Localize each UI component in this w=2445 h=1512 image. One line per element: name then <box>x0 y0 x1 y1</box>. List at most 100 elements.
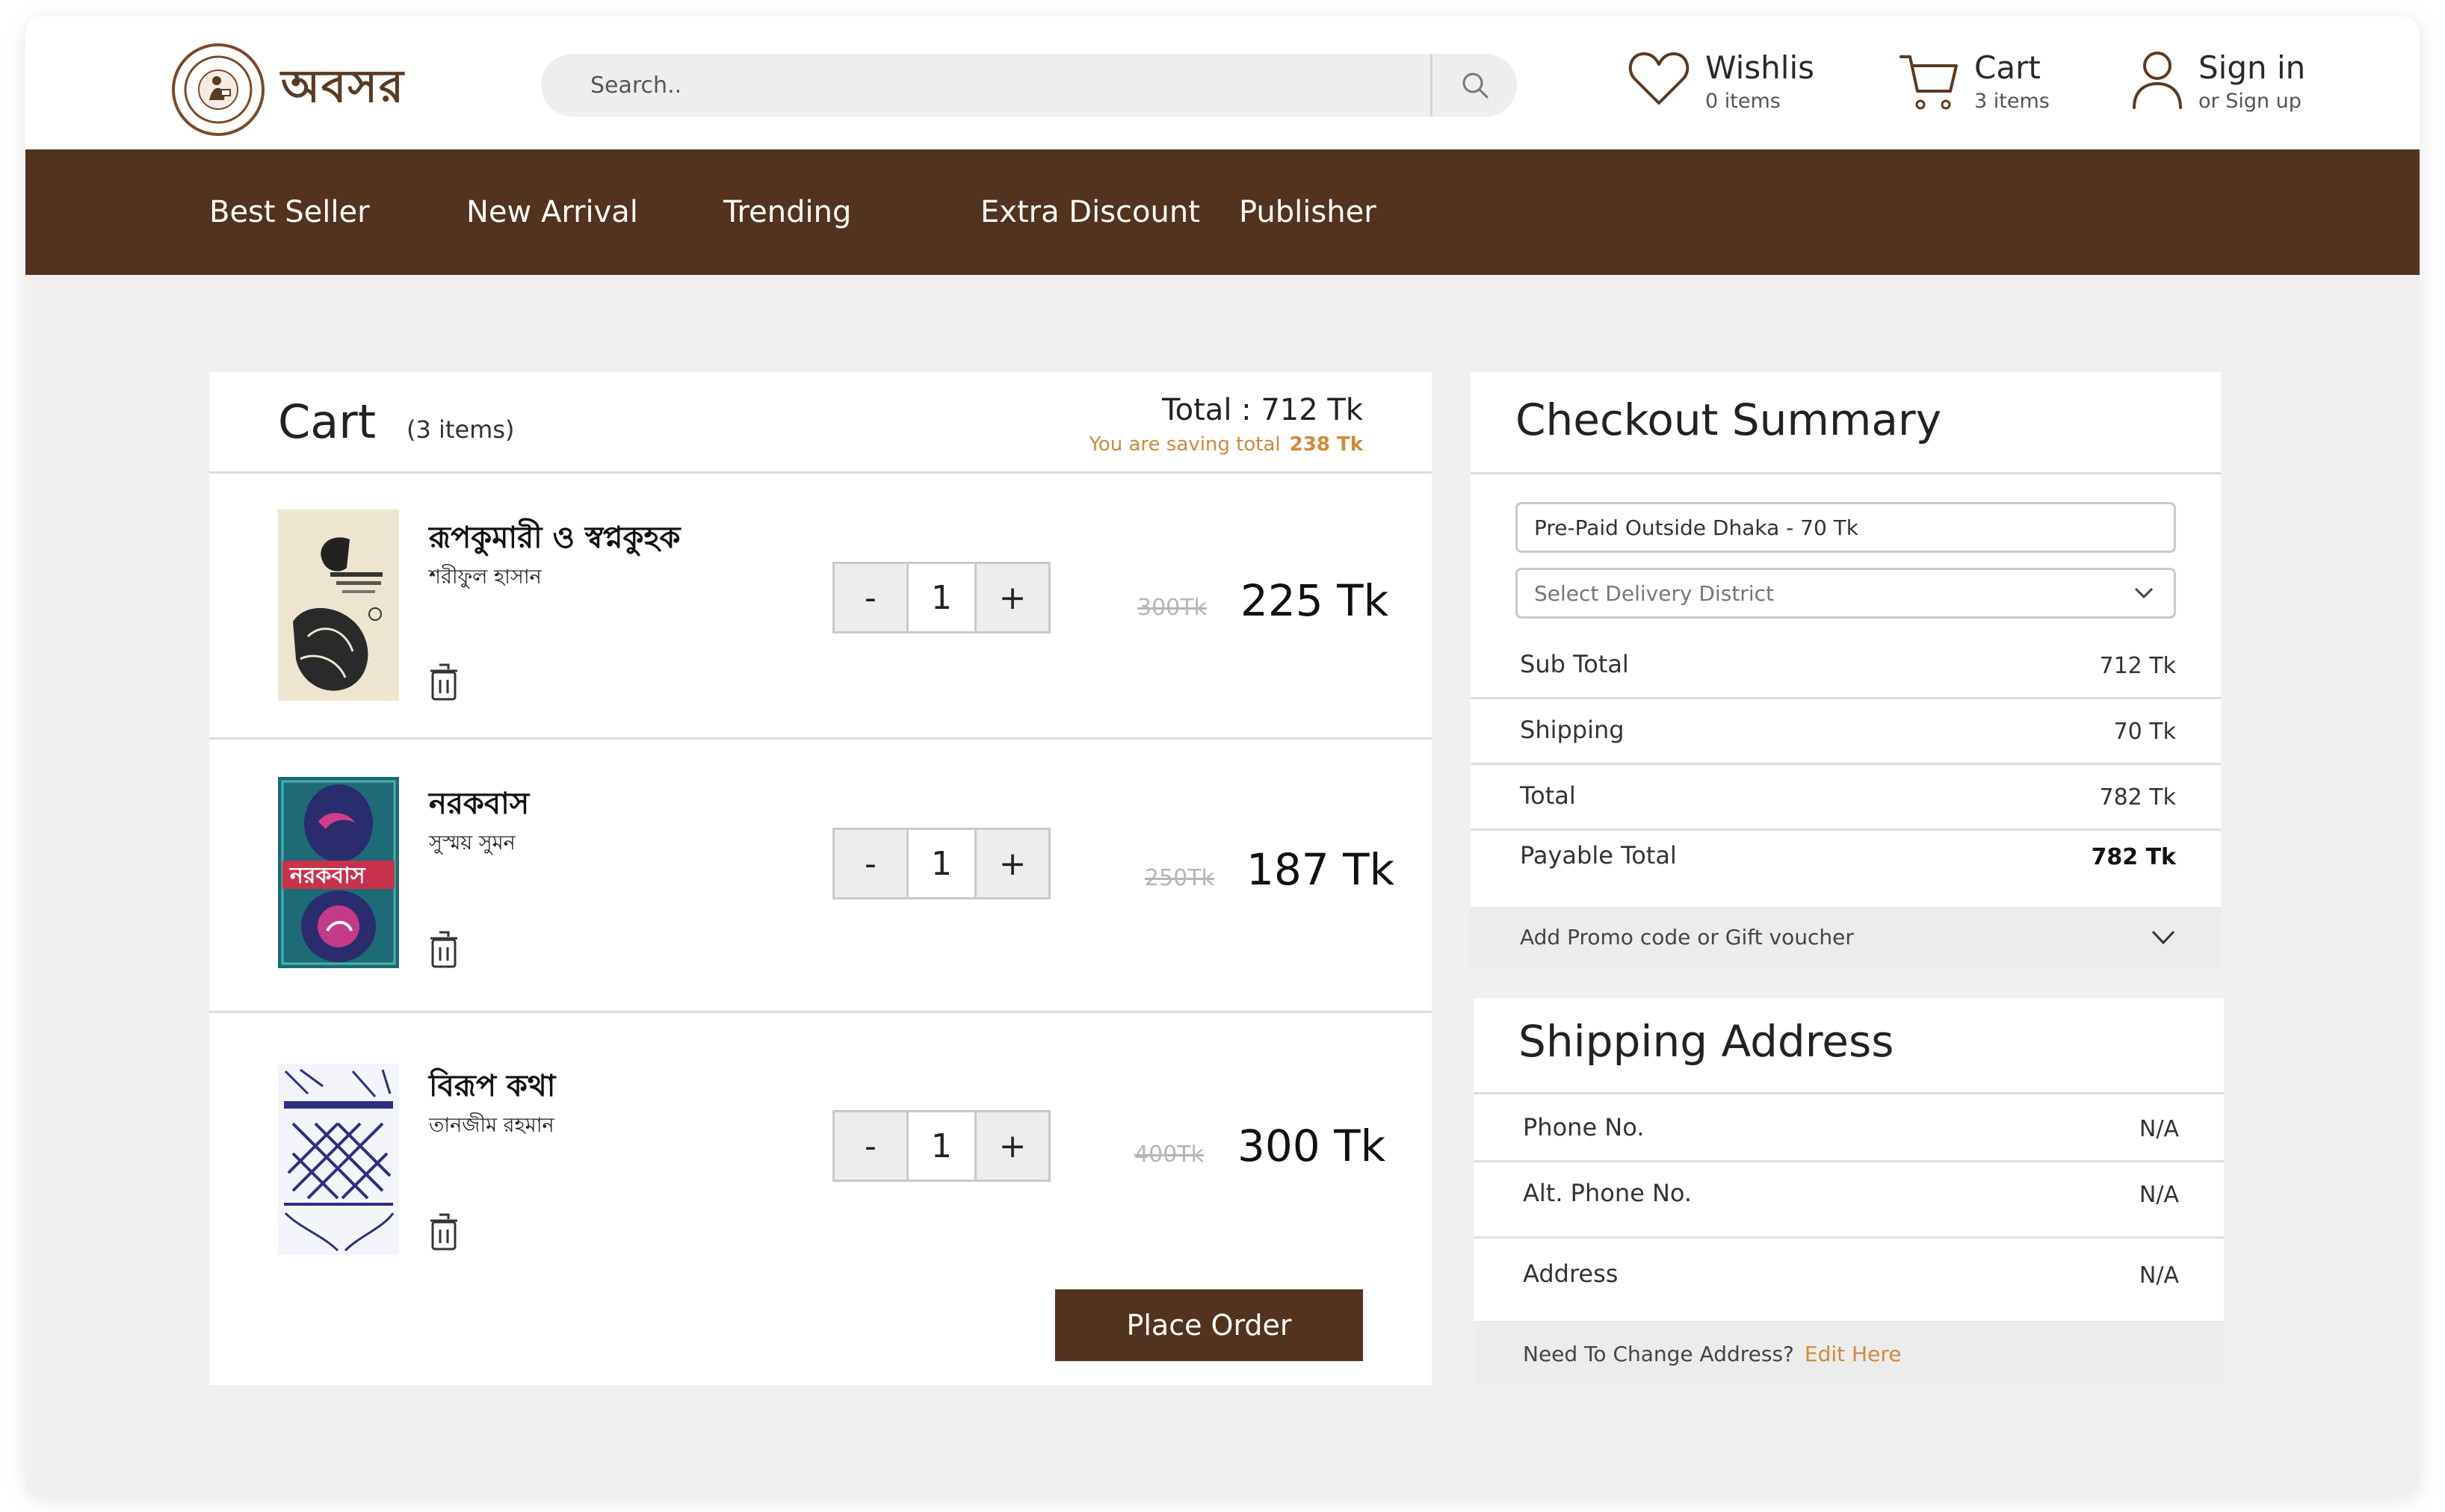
summary-label: Payable Total <box>1520 841 1677 870</box>
top-header: অবসর Wishlis 0 items <box>25 16 2420 149</box>
search-button[interactable] <box>1430 54 1517 117</box>
edit-address-link[interactable]: Edit Here <box>1805 1342 1902 1366</box>
book-cover-image[interactable] <box>278 509 399 701</box>
original-price: 250Tk <box>1145 865 1214 891</box>
wishlist-count: 0 items <box>1705 90 1781 113</box>
trash-icon <box>430 663 457 701</box>
saving-label: You are saving total <box>1089 433 1281 456</box>
quantity-value[interactable]: 1 <box>906 564 977 631</box>
search-icon <box>1462 72 1488 99</box>
quantity-stepper: - 1 + <box>832 562 1051 633</box>
cart-item-count: (3 items) <box>407 415 515 444</box>
summary-label: Total <box>1520 781 1576 810</box>
decrease-qty-button[interactable]: - <box>835 830 906 897</box>
logo-seal-icon <box>172 43 265 136</box>
cart-title: Cart <box>1974 49 2041 86</box>
discounted-price: 225 Tk <box>1240 575 1389 626</box>
summary-label: Shipping <box>1520 716 1625 744</box>
cart-item: নরকবাস নরকবাস সুস্ময় সুমন - 1 + 250Tk 1… <box>209 740 1432 1013</box>
logo-wordmark: অবসর <box>281 61 405 113</box>
summary-row-payable-total: Payable Total 782 Tk <box>1471 831 2221 890</box>
book-cover-image[interactable] <box>278 1064 399 1255</box>
remove-item-button[interactable] <box>429 929 459 970</box>
increase-qty-button[interactable]: + <box>977 564 1048 631</box>
cart-panel: Cart (3 items) Total : 712 Tk You are sa… <box>209 372 1432 1385</box>
promo-code-toggle[interactable]: Add Promo code or Gift voucher <box>1471 907 2221 968</box>
cart-saving: You are saving total 238 Tk <box>1089 433 1363 456</box>
discounted-price: 300 Tk <box>1237 1121 1386 1171</box>
app-frame: অবসর Wishlis 0 items <box>25 16 2420 1497</box>
delivery-district-select[interactable]: Select Delivery District <box>1515 568 2176 619</box>
book-author: তানজীম রহমান <box>429 1114 554 1137</box>
address-row-alt-phone: Alt. Phone No. N/A <box>1474 1162 2224 1239</box>
quantity-value[interactable]: 1 <box>906 830 977 897</box>
remove-item-button[interactable] <box>429 1212 459 1252</box>
cart-link[interactable]: Cart 3 items <box>1898 49 2050 117</box>
nav-trending[interactable]: Trending <box>723 149 851 275</box>
promo-label: Add Promo code or Gift voucher <box>1520 925 1854 949</box>
site-logo[interactable]: অবসর <box>172 43 405 136</box>
divider <box>1471 472 2221 474</box>
cart-heading: Cart <box>278 394 377 449</box>
increase-qty-button[interactable]: + <box>977 1112 1048 1180</box>
quantity-value[interactable]: 1 <box>906 1112 977 1180</box>
heart-icon <box>1628 52 1690 105</box>
main-nav: Best Seller New Arrival Trending Extra D… <box>25 149 2420 275</box>
summary-value: 782 Tk <box>2099 784 2177 811</box>
discounted-price: 187 Tk <box>1246 844 1395 895</box>
place-order-button[interactable]: Place Order <box>1055 1289 1363 1361</box>
summary-row-shipping: Shipping 70 Tk <box>1471 699 2221 765</box>
summary-value: 782 Tk <box>2091 844 2176 870</box>
divider <box>1474 1092 2224 1094</box>
address-row-phone: Phone No. N/A <box>1474 1097 2224 1162</box>
summary-value: 70 Tk <box>2113 719 2176 745</box>
nav-extra-discount[interactable]: Extra Discount <box>980 149 1200 275</box>
wishlist-link[interactable]: Wishlis 0 items <box>1628 49 1814 117</box>
wishlist-title: Wishlis <box>1705 49 1814 86</box>
summary-row-subtotal: Sub Total 712 Tk <box>1471 633 2221 699</box>
address-value: N/A <box>2139 1262 2179 1289</box>
svg-text:নরকবাস: নরকবাস <box>289 863 366 889</box>
cart-header: Cart (3 items) Total : 712 Tk You are sa… <box>209 372 1432 474</box>
book-title[interactable]: নরকবাস <box>429 780 529 830</box>
checkout-summary-panel: Checkout Summary Pre-Paid Outside Dhaka … <box>1471 372 2221 968</box>
search-bar <box>541 54 1517 117</box>
decrease-qty-button[interactable]: - <box>835 1112 906 1180</box>
delivery-option-field[interactable]: Pre-Paid Outside Dhaka - 70 Tk <box>1515 502 2176 553</box>
address-label: Phone No. <box>1523 1113 1645 1141</box>
cart-icon <box>1900 55 1958 110</box>
increase-qty-button[interactable]: + <box>977 830 1048 897</box>
nav-new-arrival[interactable]: New Arrival <box>466 149 638 275</box>
nav-best-seller[interactable]: Best Seller <box>209 149 370 275</box>
book-author: সুস্ময় সুমন <box>429 831 516 855</box>
search-input[interactable] <box>541 54 1430 117</box>
original-price: 300Tk <box>1137 595 1207 621</box>
checkout-summary-title: Checkout Summary <box>1515 394 1942 445</box>
summary-label: Sub Total <box>1520 650 1629 678</box>
delivery-district-placeholder: Select Delivery District <box>1534 580 1774 606</box>
address-label: Address <box>1523 1260 1619 1288</box>
address-row-address: Address N/A <box>1474 1239 2224 1313</box>
change-address-bar: Need To Change Address? Edit Here <box>1474 1321 2224 1385</box>
cart-total: Total : 712 Tk <box>1162 393 1363 427</box>
shipping-address-title: Shipping Address <box>1518 1016 1894 1067</box>
cart-item: রূপকুমারী ও স্বপ্নকুহক শরীফুল হাসান - 1 … <box>209 474 1432 740</box>
book-title[interactable]: রূপকুমারী ও স্বপ্নকুহক <box>429 514 680 564</box>
sign-up-subtitle: or Sign up <box>2198 90 2302 113</box>
sign-in-link[interactable]: Sign in or Sign up <box>2131 49 2305 117</box>
sign-in-title: Sign in <box>2198 49 2306 86</box>
shipping-address-panel: Shipping Address Phone No. N/A Alt. Phon… <box>1474 998 2224 1385</box>
nav-publisher[interactable]: Publisher <box>1239 149 1376 275</box>
user-icon <box>2133 52 2182 109</box>
trash-icon <box>430 1213 457 1251</box>
remove-item-button[interactable] <box>429 662 459 702</box>
cart-count: 3 items <box>1974 90 2050 113</box>
original-price: 400Tk <box>1134 1141 1204 1168</box>
trash-icon <box>430 931 457 968</box>
book-title[interactable]: বিরূপ কথা <box>429 1062 555 1112</box>
saving-value: 238 Tk <box>1289 433 1363 456</box>
book-cover-image[interactable]: নরকবাস <box>278 777 399 968</box>
decrease-qty-button[interactable]: - <box>835 564 906 631</box>
quantity-stepper: - 1 + <box>832 1110 1051 1182</box>
change-address-label: Need To Change Address? Edit Here <box>1523 1342 1901 1366</box>
